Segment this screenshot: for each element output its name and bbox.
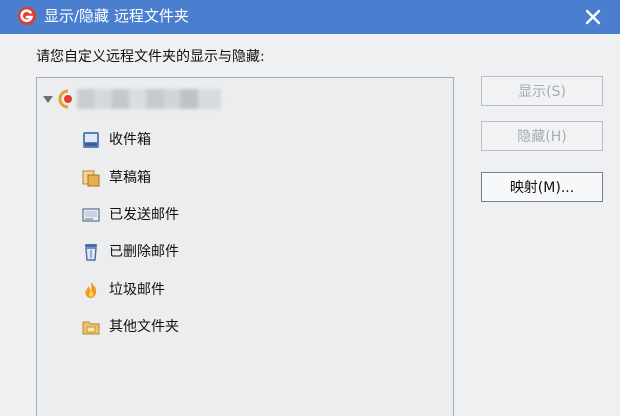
tree-item-label: 垃圾邮件: [109, 282, 165, 298]
title-bar[interactable]: 显示/隐藏 远程文件夹: [0, 0, 620, 34]
folder-tree[interactable]: 收件箱 草稿箱 已发送邮件 已删除邮件 垃圾邮件 其他文件夹: [36, 77, 454, 416]
hide-button[interactable]: 隐藏(H): [481, 121, 603, 151]
close-icon[interactable]: [582, 6, 604, 28]
tree-item-label: 其他文件夹: [109, 319, 179, 335]
account-node[interactable]: [37, 88, 337, 110]
tree-item-label: 已删除邮件: [109, 244, 179, 260]
show-button[interactable]: 显示(S): [481, 76, 603, 106]
account-icon: [58, 89, 72, 109]
tree-item-drafts[interactable]: 草稿箱: [81, 166, 281, 190]
account-name-redacted: [77, 89, 221, 109]
tree-item-junk[interactable]: 垃圾邮件: [81, 278, 281, 302]
instruction-label: 请您自定义远程文件夹的显示与隐藏:: [36, 49, 265, 65]
inbox-icon: [83, 132, 99, 148]
window-title: 显示/隐藏 远程文件夹: [44, 7, 189, 25]
sent-mail-icon: [82, 208, 100, 222]
drafts-icon: [82, 170, 100, 187]
app-logo-icon: [18, 7, 36, 25]
tree-item-label: 草稿箱: [109, 170, 151, 186]
tree-item-label: 已发送邮件: [109, 207, 179, 223]
tree-item-inbox[interactable]: 收件箱: [81, 128, 281, 152]
tree-item-other[interactable]: 其他文件夹: [81, 315, 281, 339]
map-button[interactable]: 映射(M)...: [481, 172, 603, 202]
trash-icon: [85, 244, 97, 261]
tree-item-label: 收件箱: [109, 132, 151, 148]
other-folder-icon: [82, 321, 100, 335]
tree-item-deleted[interactable]: 已删除邮件: [81, 240, 281, 264]
expand-arrow-icon[interactable]: [43, 96, 53, 103]
junk-flame-icon: [85, 282, 97, 298]
tree-item-sent[interactable]: 已发送邮件: [81, 203, 281, 227]
